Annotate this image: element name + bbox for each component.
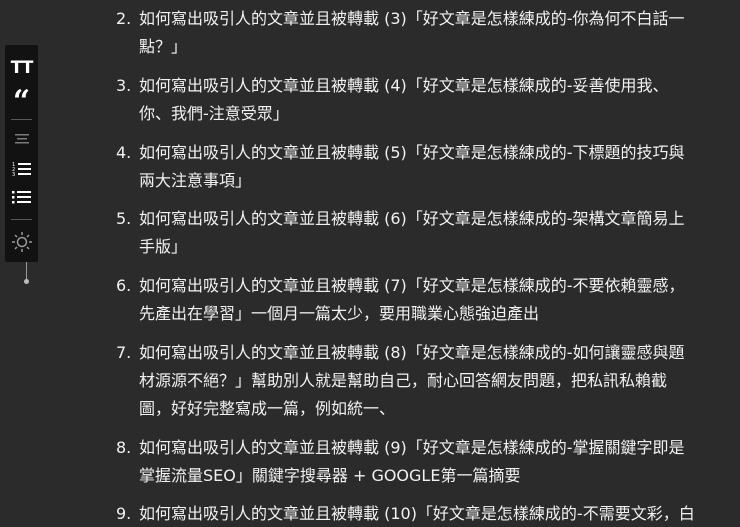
quote-icon[interactable]: “	[5, 83, 38, 117]
list-item-line: 先產出在學習」一個月一篇太少，要用職業心態強迫產出	[139, 304, 540, 323]
list-item-link[interactable]: 如何寫出吸引人的文章並且被轉載 (3)「好文章是怎樣練成的-你為何不白話一 點？…	[139, 5, 704, 61]
list-item-number: 4.	[116, 143, 132, 162]
numbered-list-icon[interactable]: 1 2 3	[5, 158, 38, 180]
list-item-link[interactable]: 如何寫出吸引人的文章並且被轉載 (7)「好文章是怎樣練成的-不要依賴靈感， 先產…	[139, 272, 704, 328]
list-item-line: 兩大注意事項」	[139, 171, 252, 190]
brightness-icon[interactable]	[5, 229, 38, 255]
list-item-line: 如何寫出吸引人的文章並且被轉載 (9)「好文章是怎樣練成的-掌握關鍵字即是	[139, 438, 685, 457]
list-item-line: 你、我們-注意受眾」	[139, 104, 289, 123]
list-item-link[interactable]: 如何寫出吸引人的文章並且被轉載 (6)「好文章是怎樣練成的-架構文章簡易上 手版…	[139, 205, 704, 261]
toolbar-handle-line	[26, 262, 27, 280]
list-item-link[interactable]: 如何寫出吸引人的文章並且被轉載 (10)「好文章是怎樣練成的-不需要文彩，白	[139, 500, 704, 527]
list-item-link[interactable]: 如何寫出吸引人的文章並且被轉載 (5)「好文章是怎樣練成的-下標題的技巧與 兩大…	[139, 139, 704, 195]
font-size-icon[interactable]: TT	[5, 55, 38, 81]
toolbar-divider	[11, 219, 32, 220]
quote-glyph: “	[12, 84, 31, 119]
list-item-number: 7.	[116, 343, 132, 362]
bullet-list-icon[interactable]	[5, 186, 38, 208]
list-item-line: 點？」	[139, 37, 188, 56]
list-item-line: 如何寫出吸引人的文章並且被轉載 (6)「好文章是怎樣練成的-架構文章簡易上	[139, 209, 685, 228]
list-item-link[interactable]: 如何寫出吸引人的文章並且被轉載 (4)「好文章是怎樣練成的-妥善使用我、 你、我…	[139, 72, 704, 128]
list-item-line: 材源源不絕？」幫助別人就是幫助自己，耐心回答網友問題，把私訊私賴截	[139, 371, 668, 390]
list-item-line: 手版」	[139, 237, 188, 256]
svg-text:3: 3	[12, 172, 15, 178]
list-item-number: 8.	[116, 438, 132, 457]
list-item-number: 2.	[116, 9, 132, 28]
list-item-line: 如何寫出吸引人的文章並且被轉載 (10)「好文章是怎樣練成的-不需要文彩，白	[139, 504, 695, 523]
list-item-line: 如何寫出吸引人的文章並且被轉載 (5)「好文章是怎樣練成的-下標題的技巧與	[139, 143, 685, 162]
list-item-line: 如何寫出吸引人的文章並且被轉載 (3)「好文章是怎樣練成的-你為何不白話一	[139, 9, 685, 28]
list-item-line: 如何寫出吸引人的文章並且被轉載 (4)「好文章是怎樣練成的-妥善使用我、	[139, 76, 669, 95]
list-item-line: 掌握流量SEO」關鍵字搜尋器 + GOOGLE第一篇摘要	[139, 466, 521, 485]
list-item-number: 3.	[116, 76, 132, 95]
list-item-link[interactable]: 如何寫出吸引人的文章並且被轉載 (8)「好文章是怎樣練成的-如何讓靈感與題 材源…	[139, 339, 704, 423]
list-item-number: 6.	[116, 276, 132, 295]
reading-toolbar: TT “ 1 2 3	[5, 45, 38, 262]
list-item-line: 如何寫出吸引人的文章並且被轉載 (8)「好文章是怎樣練成的-如何讓靈感與題	[139, 343, 685, 362]
toolbar-handle[interactable]	[24, 279, 29, 284]
list-item-number: 5.	[116, 209, 132, 228]
list-item-link[interactable]: 如何寫出吸引人的文章並且被轉載 (9)「好文章是怎樣練成的-掌握關鍵字即是 掌握…	[139, 434, 704, 490]
list-item-line: 圖，好好完整寫成一篇，例如統一、	[139, 399, 396, 418]
font-size-glyph: TT	[10, 58, 34, 78]
toolbar-divider	[11, 119, 32, 120]
list-item-line: 如何寫出吸引人的文章並且被轉載 (7)「好文章是怎樣練成的-不要依賴靈感，	[139, 276, 685, 295]
text-align-center-icon[interactable]	[5, 129, 38, 149]
list-item-number: 9.	[116, 504, 132, 523]
